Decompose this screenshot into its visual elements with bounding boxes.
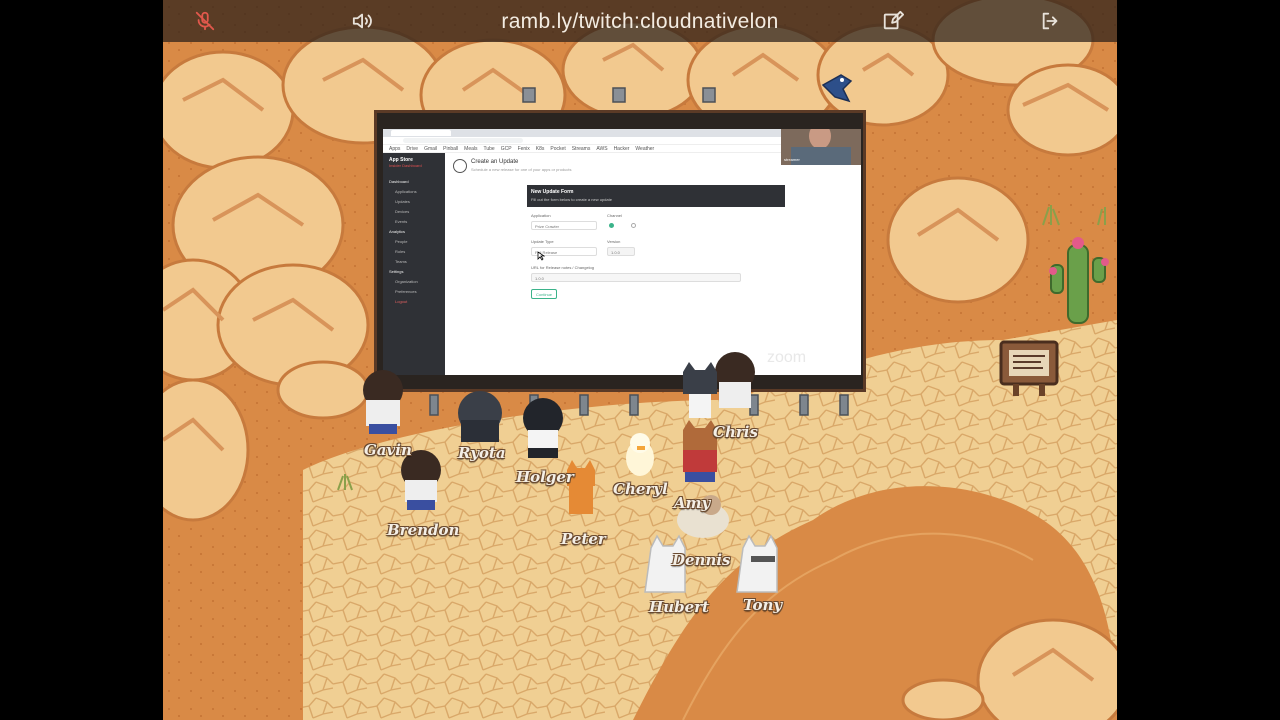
player-name-peter: Peter <box>561 530 606 548</box>
bookmark-item[interactable]: K8s <box>536 146 545 152</box>
bookmark-item[interactable]: Streams <box>572 146 591 152</box>
room-url: ramb.ly/twitch:cloudnativelon <box>501 10 779 33</box>
bookmark-item[interactable]: Weather <box>635 146 654 152</box>
continue-button[interactable]: Continue <box>531 289 558 299</box>
app-sidebar: App Store Insider Dashboard Dashboard App… <box>383 153 445 375</box>
bookmark-item[interactable]: Hacker <box>614 146 630 152</box>
bookmark-item[interactable]: GCP <box>501 146 512 152</box>
bookmark-item[interactable]: Tube <box>484 146 495 152</box>
sidebar-item[interactable]: Settings <box>389 269 403 274</box>
version-input[interactable]: 1.0.0 <box>607 247 635 256</box>
zoom-watermark: zoom <box>767 349 807 366</box>
mouse-cursor-icon <box>537 251 545 261</box>
sidebar-item[interactable]: Devices <box>395 209 409 214</box>
game-map[interactable]: Apps Drive Gmail Pinball Meals Tube GCP Fenix K8… <box>163 0 1117 720</box>
screen-share-content: Apps Drive Gmail Pinball Meals Tube GCP Fenix K8… <box>383 129 861 375</box>
player-name-holger: Holger <box>516 468 574 486</box>
sidebar-item[interactable]: Analytics <box>389 229 405 234</box>
cactus <box>1050 244 1106 324</box>
sidebar-item[interactable]: People <box>395 239 407 244</box>
application-select[interactable]: Prize Crawler <box>531 221 597 230</box>
player-name-tony: Tony <box>743 596 783 614</box>
sidebar-item[interactable]: Preferences <box>395 289 417 294</box>
bookmark-item[interactable]: Gmail <box>424 146 437 152</box>
player-name-cheryl: Cheryl <box>613 480 668 498</box>
sidebar-item[interactable]: Dashboard <box>389 179 409 184</box>
bookmark-item[interactable]: Drive <box>406 146 418 152</box>
form-header: New Update Form Fill out the form below … <box>527 185 785 207</box>
channel-radio[interactable] <box>609 223 614 228</box>
bookmark-item[interactable]: AWS <box>596 146 607 152</box>
sidebar-item[interactable]: Logout <box>395 299 407 304</box>
sidebar-item[interactable]: Updates <box>395 199 410 204</box>
player-name-amy: Amy <box>674 494 711 512</box>
sidebar-item[interactable]: Applications <box>395 189 417 194</box>
shared-screen-frame[interactable]: Apps Drive Gmail Pinball Meals Tube GCP Fenix K8… <box>374 110 866 392</box>
top-toolbar: ramb.ly/twitch:cloudnativelon <box>163 0 1117 42</box>
sidebar-item[interactable]: Organization <box>395 279 418 284</box>
bookmark-item[interactable]: Pocket <box>550 146 565 152</box>
wooden-sign <box>999 340 1059 396</box>
page-title: Create an Update <box>471 159 519 165</box>
bookmark-item[interactable]: Pinball <box>443 146 458 152</box>
channel-radio-alt[interactable] <box>631 223 636 228</box>
exit-icon[interactable] <box>1037 8 1065 34</box>
player-name-ryota: Ryota <box>458 444 506 462</box>
player-name-brendon: Brendon <box>387 521 460 539</box>
player-name-gavin: Gavin <box>364 441 412 459</box>
url-input[interactable]: 1.0.0 <box>531 273 741 282</box>
sidebar-item[interactable]: Events <box>395 219 407 224</box>
bookmark-item[interactable]: Apps <box>389 146 400 152</box>
player-name-hubert: Hubert <box>649 598 709 616</box>
webcam-thumbnail: streamer <box>781 129 861 165</box>
sidebar-item[interactable]: Roles <box>395 249 405 254</box>
player-name-chris: Chris <box>713 423 758 441</box>
bookmark-item[interactable]: Fenix <box>518 146 530 152</box>
bookmark-item[interactable]: Meals <box>464 146 477 152</box>
sidebar-item[interactable]: Teams <box>395 259 407 264</box>
refresh-icon <box>453 159 467 173</box>
edit-icon[interactable] <box>879 8 907 34</box>
player-name-dennis: Dennis <box>672 551 731 569</box>
